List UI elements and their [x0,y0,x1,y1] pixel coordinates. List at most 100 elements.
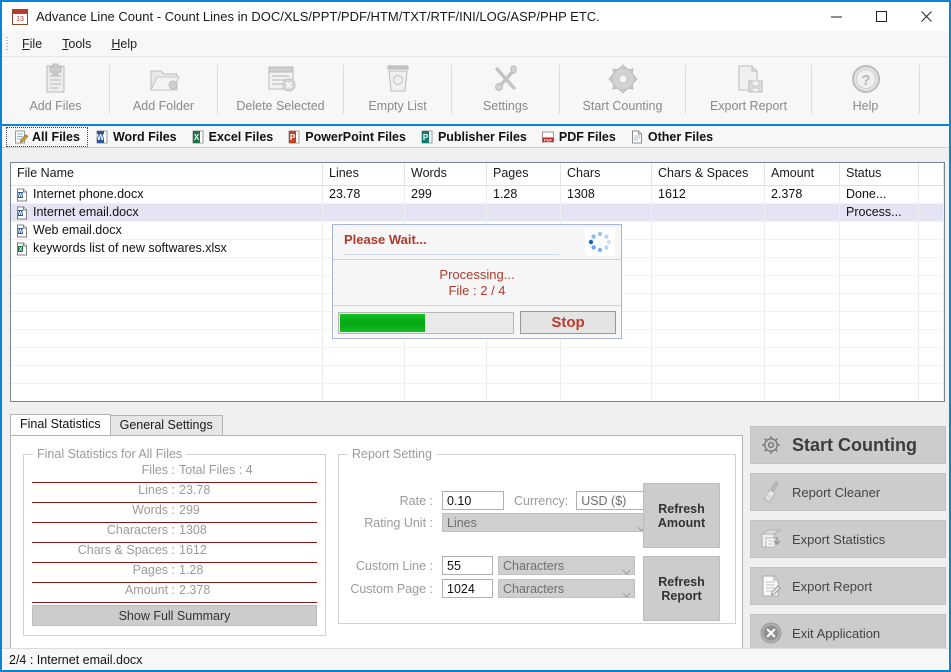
file-name: Internet email.docx [33,205,139,219]
column-header-chars-spaces[interactable]: Chars & Spaces [652,163,765,185]
stat-key: Chars & Spaces : [77,543,175,557]
publisher-icon: P [420,130,434,144]
export-report-icon [759,574,783,598]
custom-line-unit-select[interactable]: Characters [498,556,635,575]
refresh-report-button[interactable]: Refresh Report [643,556,720,621]
menu-item-file[interactable]: File [12,34,52,54]
svg-text:P: P [290,133,296,142]
tab-label: Publisher Files [437,129,527,144]
toolbar-start-counting[interactable]: Start Counting [560,57,685,124]
exit-application-button[interactable]: Exit Application [750,614,946,652]
stat-key: Amount : [124,583,175,597]
stat-row-lines: Lines : 23.78 [32,483,317,503]
column-header-words[interactable]: Words [405,163,487,185]
custom-page-label: Custom Page : [350,581,433,596]
currency-label: Currency: [514,493,569,508]
export-report-button[interactable]: Export Report [750,567,946,605]
toolbar-label: Settings [482,99,529,113]
column-header-status[interactable]: Status [840,163,919,185]
stat-row-characters: Characters : 1308 [32,523,317,543]
svg-text:W: W [18,193,23,199]
cell-status: Process... [840,204,919,221]
empty-row [11,366,944,384]
report-cleaner-button[interactable]: Report Cleaner [750,473,946,511]
toolbar-export-report[interactable]: Export Report [686,57,811,124]
custom-line-unit-value: Characters [503,559,565,573]
menu-grip-icon [2,31,12,56]
close-button[interactable] [904,2,949,31]
empty-row [11,384,944,401]
button-label: Report Cleaner [792,484,881,500]
window-title: Advance Line Count - Count Lines in DOC/… [36,9,600,24]
show-full-summary-button[interactable]: Show Full Summary [32,605,317,626]
svg-text:W: W [18,229,23,235]
tab-excel-files[interactable]: X Excel Files [184,127,281,147]
final-statistics-page: Final Statistics for All Files Files : T… [10,435,743,649]
column-header-file-name[interactable]: File Name [11,163,323,185]
tab-general-settings[interactable]: General Settings [109,415,223,435]
stat-value: 1.28 [179,563,204,577]
start-counting-button[interactable]: Start Counting [750,426,946,464]
tab-word-files[interactable]: W Word Files [88,127,184,147]
cell-chars: 1308 [561,186,652,203]
custom-line-input[interactable]: 55 [442,556,493,575]
refresh-amount-button[interactable]: Refresh Amount [643,483,720,548]
svg-text:?: ? [861,72,870,89]
tab-publisher-files[interactable]: P Publisher Files [413,127,534,147]
menu-item-help[interactable]: Help [101,34,147,54]
powerpoint-icon: P [287,130,301,144]
toolbar-label: Help [852,99,879,113]
minimize-button[interactable] [814,2,859,31]
custom-page-unit-select[interactable]: Characters [498,579,635,598]
tab-pdf-files[interactable]: PDF PDF Files [534,127,623,147]
maximize-button[interactable] [859,2,904,31]
toolbar-add-folder[interactable]: Add Folder [110,57,217,124]
tab-all-files[interactable]: All Files [6,126,88,147]
export-statistics-button[interactable]: Export Statistics [750,520,946,558]
other-files-icon [630,130,644,144]
tab-label: PDF Files [558,129,616,144]
empty-row [11,348,944,366]
custom-page-input[interactable]: 1024 [442,579,493,598]
toolbar-settings[interactable]: Settings [452,57,559,124]
column-header-pages[interactable]: Pages [487,163,561,185]
cell-chars-spaces [652,204,765,221]
cell-chars-spaces [652,240,765,257]
stat-value: 1612 [179,543,207,557]
dialog-body: Processing... File : 2 / 4 [333,260,621,306]
export-statistics-icon [759,527,783,551]
stat-key: Files : [141,463,175,477]
tab-powerpoint-files[interactable]: P PowerPoint Files [280,127,413,147]
button-label: Exit Application [792,625,881,641]
empty-list-icon [384,62,412,96]
tab-other-files[interactable]: Other Files [623,127,720,147]
toolbar-empty-list[interactable]: Empty List [344,57,451,124]
toolbar-add-files[interactable]: Add Files [2,57,109,124]
column-header-amount[interactable]: Amount [765,163,840,185]
column-header-chars[interactable]: Chars [561,163,652,185]
cell-amount [765,240,840,257]
progress-bar [338,311,514,334]
stop-button[interactable]: Stop [520,311,616,334]
file-list-header: File Name Lines Words Pages Chars Chars … [11,163,944,186]
custom-line-label: Custom Line : [355,558,433,573]
excel-icon: X [191,130,205,144]
word-doc-icon: W [15,188,29,202]
cell-amount [765,204,840,221]
table-row[interactable]: W Internet email.docx Process... [11,204,944,222]
column-header-lines[interactable]: Lines [323,163,405,185]
svg-text:X: X [193,133,199,142]
rating-unit-select[interactable]: Lines [442,513,650,532]
toolbar-help[interactable]: ? Help [812,57,919,124]
tab-final-statistics[interactable]: Final Statistics [10,414,111,435]
rate-input[interactable]: 0.10 [442,491,504,510]
toolbar-delete-selected[interactable]: Delete Selected [218,57,343,124]
stat-key: Pages : [132,563,175,577]
app-window: 13 Advance Line Count - Count Lines in D… [0,0,951,672]
menu-item-tools[interactable]: Tools [52,34,101,54]
table-row[interactable]: W Internet phone.docx 23.78 299 1.28 130… [11,186,944,204]
cell-amount [765,222,840,239]
toolbar-label: Add Files [29,99,82,113]
stat-key: Characters : [106,523,175,537]
title-bar: 13 Advance Line Count - Count Lines in D… [2,2,949,31]
